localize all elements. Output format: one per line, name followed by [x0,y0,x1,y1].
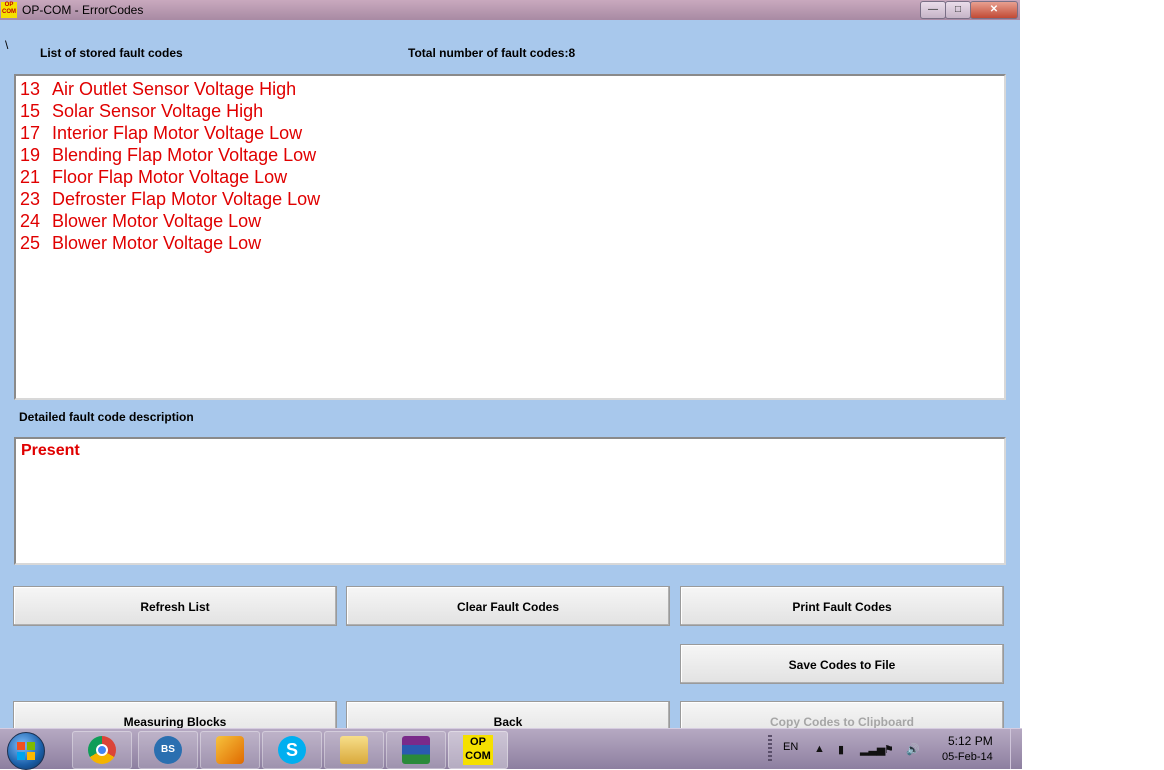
fault-text: Blower Motor Voltage Low [52,233,262,253]
fault-code: 23 [20,189,41,209]
window-title: OP-COM - ErrorCodes [22,3,144,17]
opcom-app-icon: OP COM [1,2,17,18]
fault-list-item[interactable]: 23 Defroster Flap Motor Voltage Low [20,189,320,210]
tray-grip [768,735,772,763]
opcom-icon-line2: COM [465,750,491,762]
clock-date[interactable]: 05-Feb-14 [942,751,993,763]
opcom-icon: OP COM [463,735,493,765]
fault-list-item[interactable]: 21 Floor Flap Motor Voltage Low [20,167,287,188]
opcom-window: OP COM OP-COM - ErrorCodes — □ ✕ \ List … [0,0,1020,768]
winamp-icon [216,736,244,764]
language-indicator[interactable]: EN [783,741,798,753]
fault-code: 21 [20,167,41,187]
refresh-list-button[interactable]: Refresh List [13,586,337,626]
skype-icon: S [278,736,306,764]
fault-description-text: Present [21,442,80,459]
fault-list-item[interactable]: 19 Blending Flap Motor Voltage Low [20,145,316,166]
taskbar-winrar[interactable] [386,731,446,769]
fault-text: Interior Flap Motor Voltage Low [52,123,303,143]
fault-list-item[interactable]: 15 Solar Sensor Voltage High [20,101,263,122]
maximize-button[interactable]: □ [945,1,971,19]
fault-list-item[interactable]: 17 Interior Flap Motor Voltage Low [20,123,302,144]
network-signal-icon[interactable]: ▂▃▅ [860,743,885,756]
show-desktop-button[interactable] [1010,729,1023,769]
print-fault-codes-button[interactable]: Print Fault Codes [680,586,1004,626]
save-codes-button[interactable]: Save Codes to File [680,644,1004,684]
taskbar: BS S OP COM EN ▲ ▮ ▂▃▅ ⚑ 🔊 5:12 PM 05-Fe… [0,728,1023,770]
fault-code: 24 [20,211,41,231]
winrar-icon [402,736,430,764]
title-bar[interactable]: OP COM OP-COM - ErrorCodes — □ ✕ [0,0,1020,20]
taskbar-winamp[interactable] [200,731,260,769]
fault-text: Air Outlet Sensor Voltage High [52,79,297,99]
fault-list-item[interactable]: 13 Air Outlet Sensor Voltage High [20,79,296,100]
fault-text: Solar Sensor Voltage High [52,101,264,121]
taskbar-opcom[interactable]: OP COM [448,731,508,769]
fault-text: Blending Flap Motor Voltage Low [52,145,317,165]
fault-text: Floor Flap Motor Voltage Low [52,167,288,187]
fault-text: Blower Motor Voltage Low [52,211,262,231]
fault-code: 19 [20,145,41,165]
taskbar-bsplayer[interactable]: BS [138,731,198,769]
fault-code: 15 [20,101,41,121]
fault-code-list[interactable]: 13 Air Outlet Sensor Voltage High 15 Solar… [14,74,1006,400]
minimize-button[interactable]: — [920,1,946,19]
fault-detail-label: Detailed fault code description [19,410,194,424]
action-center-flag-icon[interactable]: ⚑ [884,743,894,756]
taskbar-skype[interactable]: S [262,731,322,769]
fault-list-item[interactable]: 24 Blower Motor Voltage Low [20,211,261,232]
taskbar-explorer[interactable] [324,731,384,769]
fault-description-box[interactable]: Present [14,437,1006,565]
chrome-icon [88,736,116,764]
start-button[interactable] [7,732,45,770]
fault-code: 25 [20,233,41,253]
fault-code: 13 [20,79,41,99]
fault-text: Defroster Flap Motor Voltage Low [52,189,321,209]
volume-icon[interactable]: 🔊 [906,743,920,756]
bs-player-icon: BS [154,736,182,764]
fault-count-label: Total number of fault codes:8 [408,46,576,60]
taskbar-chrome[interactable] [72,731,132,769]
close-button[interactable]: ✕ [970,1,1018,19]
windows-logo-icon [17,742,35,760]
explorer-icon [340,736,368,764]
clear-fault-codes-button[interactable]: Clear Fault Codes [346,586,670,626]
fault-list-label: List of stored fault codes [40,46,183,60]
fault-list-item[interactable]: 25 Blower Motor Voltage Low [20,233,261,254]
stray-backslash: \ [5,38,9,52]
opcom-icon-line1: OP [470,736,486,748]
fault-code: 17 [20,123,41,143]
clock-time[interactable]: 5:12 PM [948,734,993,748]
show-hidden-icons-icon[interactable]: ▲ [814,743,825,755]
battery-icon[interactable]: ▮ [838,743,844,756]
